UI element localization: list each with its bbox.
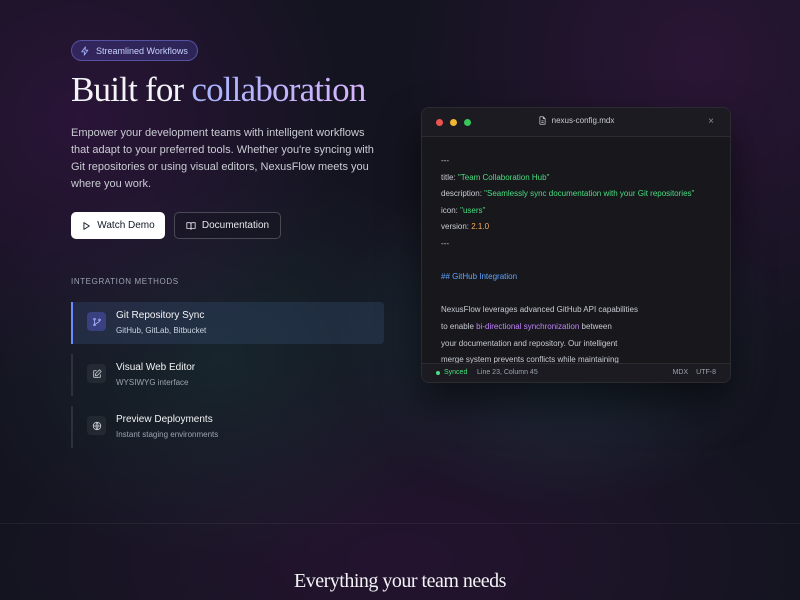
- code-editor-window: nexus-config.mdx × --- title: "Team Coll…: [421, 107, 731, 383]
- code-line: ## GitHub Integration: [441, 272, 518, 282]
- status-right: MDX UTF-8: [673, 369, 716, 376]
- features-section-title: Everything your team needs: [294, 570, 506, 592]
- integration-methods-label: INTEGRATION METHODS: [71, 277, 179, 286]
- code-line: ---: [441, 238, 449, 248]
- close-icon[interactable]: ×: [708, 116, 714, 127]
- method-preview-deployments[interactable]: Preview Deployments Instant staging envi…: [71, 406, 384, 448]
- sync-dot-icon: [436, 370, 440, 375]
- git-branch-icon: [87, 312, 106, 331]
- book-open-icon: [186, 221, 196, 230]
- method-subtitle: GitHub, GitLab, Bitbucket: [116, 326, 207, 335]
- badge-label: Streamlined Workflows: [96, 45, 188, 56]
- method-title: Git Repository Sync: [116, 310, 205, 321]
- code-line: version: 2.1.0: [441, 222, 490, 232]
- lightning-icon: [81, 45, 89, 56]
- section-divider: [0, 523, 800, 524]
- hero-description: Empower your development teams with inte…: [71, 127, 374, 190]
- feature-badge: Streamlined Workflows: [71, 40, 198, 61]
- method-title: Preview Deployments: [116, 414, 213, 425]
- code-line: title: "Team Collaboration Hub": [441, 172, 550, 182]
- editor-title-bar: nexus-config.mdx ×: [422, 108, 730, 137]
- code-line: icon: "users": [441, 205, 486, 215]
- code-line: to enable bi-directional synchronization…: [441, 321, 612, 331]
- editor-status-bar: Synced Line 23, Column 45 MDX UTF-8: [422, 363, 730, 382]
- method-subtitle: WYSIWYG interface: [116, 378, 189, 387]
- language-mode[interactable]: MDX: [673, 369, 689, 376]
- code-line: description: "Seamlessly sync documentat…: [441, 189, 695, 199]
- watch-demo-button[interactable]: Watch Demo: [71, 212, 165, 239]
- editor-filename: nexus-config.mdx: [551, 116, 615, 125]
- watch-demo-label: Watch Demo: [97, 220, 155, 231]
- method-subtitle: Instant staging environments: [116, 430, 219, 439]
- hero-title: Built for collaboration: [71, 70, 366, 110]
- method-visual-web-editor[interactable]: Visual Web Editor WYSIWYG interface: [71, 354, 384, 396]
- edit-icon: [87, 364, 106, 383]
- play-icon: [83, 221, 91, 230]
- documentation-label: Documentation: [201, 220, 270, 231]
- cursor-position: Line 23, Column 45: [477, 369, 538, 376]
- method-title: Visual Web Editor: [116, 362, 196, 373]
- method-git-repository-sync[interactable]: Git Repository Sync GitHub, GitLab, Bitb…: [71, 302, 384, 344]
- documentation-button[interactable]: Documentation: [174, 212, 281, 239]
- code-line: your documentation and repository. Our i…: [441, 338, 618, 348]
- code-line: NexusFlow leverages advanced GitHub API …: [441, 305, 638, 315]
- globe-icon: [87, 416, 106, 435]
- file-encoding[interactable]: UTF-8: [696, 369, 716, 376]
- hero-title-plain: Built for: [71, 70, 192, 109]
- editor-file-tab[interactable]: nexus-config.mdx: [422, 116, 730, 125]
- sync-status: Synced: [436, 369, 467, 376]
- file-icon: [539, 116, 546, 125]
- code-line: ---: [441, 156, 449, 165]
- hero-title-accent: collaboration: [191, 70, 366, 109]
- code-content[interactable]: --- title: "Team Collaboration Hub" desc…: [441, 153, 720, 369]
